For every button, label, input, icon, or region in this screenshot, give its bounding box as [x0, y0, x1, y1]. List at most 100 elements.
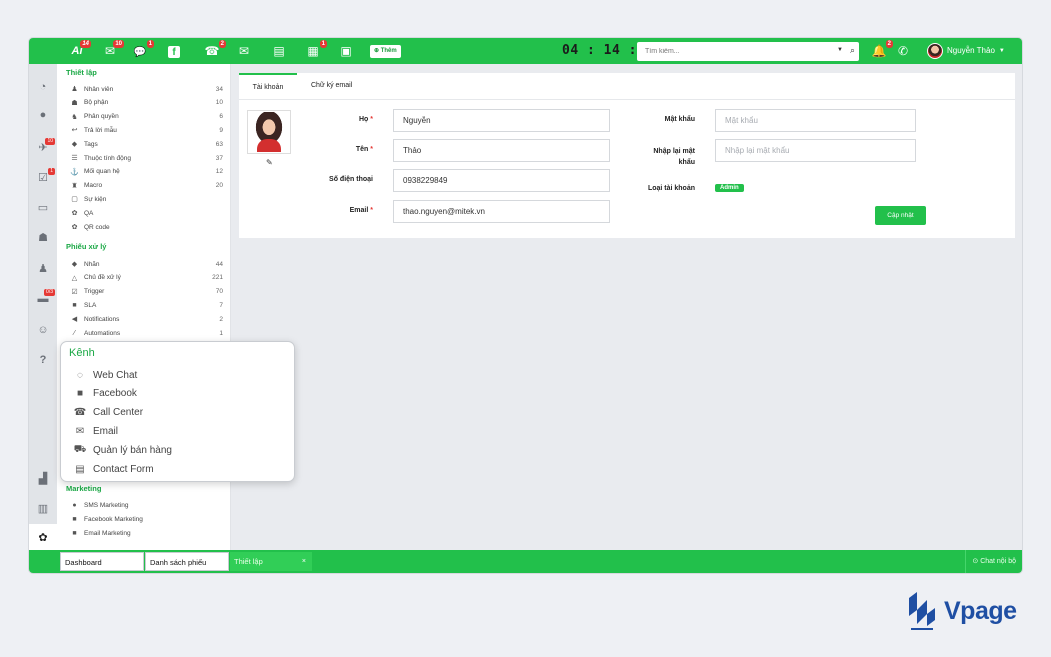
- sidebar-item-settings-5[interactable]: ☰ Thuộc tính động 37: [69, 152, 223, 164]
- phone-icon[interactable]: ☎ 2: [204, 40, 226, 59]
- sidebar-item-tickets-count: 44: [215, 260, 223, 268]
- bell-icon: △: [71, 274, 78, 282]
- help-icon[interactable]: ?: [35, 353, 51, 367]
- task-icon[interactable]: ☑ 1: [35, 168, 55, 185]
- sidebar-item-marketing-label: Email Marketing: [84, 529, 131, 537]
- internal-chat-button[interactable]: ⊙ Chat nội bộ: [965, 550, 1022, 573]
- last-name-field[interactable]: [393, 109, 610, 132]
- user-icon: ♟: [71, 86, 78, 93]
- smile-icon[interactable]: ☺: [35, 323, 51, 337]
- sidebar-item-tickets-0[interactable]: ◆ Nhãn 44: [69, 258, 223, 270]
- form-icon[interactable]: ▦ 1: [305, 40, 327, 59]
- sms-icon[interactable]: ▤: [271, 43, 287, 59]
- sidebar-item-tickets-count: 70: [215, 288, 223, 296]
- sidebar-item-tickets-1[interactable]: △ Chủ đề xử lý 221: [69, 272, 223, 284]
- ai-badge: 14: [80, 40, 91, 48]
- sidebar-item-settings-1[interactable]: ☗ Bộ phận 10: [69, 97, 223, 109]
- channel-item-2[interactable]: ☎ Call Center: [73, 405, 143, 421]
- search-dropdown-icon[interactable]: ▼: [837, 47, 843, 53]
- sidebar-item-marketing-2[interactable]: ■ Email Marketing: [69, 527, 223, 539]
- search-input[interactable]: [637, 42, 817, 61]
- confirm-password-label: Nhập lại mật khẩu: [653, 148, 695, 166]
- settings-icon[interactable]: ✿: [35, 531, 51, 545]
- group-icon: ☗: [71, 99, 78, 107]
- sidebar-item-tickets-2[interactable]: ☑ Trigger 70: [69, 286, 223, 298]
- section-title-settings: Thiết lập: [66, 68, 97, 77]
- profile-photo[interactable]: [247, 110, 291, 154]
- tab-email-signature[interactable]: Chữ ký email: [311, 73, 352, 97]
- sidebar-item-settings-10[interactable]: ✿ QR code: [69, 221, 223, 233]
- sidebar-item-settings-2[interactable]: ♞ Phân quyền 6: [69, 111, 223, 123]
- ticket-icon[interactable]: ✈ 10: [35, 138, 55, 155]
- email-field[interactable]: [393, 200, 610, 223]
- facebook-messenger-icon[interactable]: ✉ 10: [102, 40, 124, 59]
- ai-icon[interactable]: Ai 14: [69, 40, 91, 59]
- qr-icon: ✿: [71, 224, 78, 231]
- notification-badge: 2: [885, 40, 893, 48]
- confirm-password-field[interactable]: [715, 139, 916, 162]
- chevron-down-icon: ▼: [998, 48, 1005, 54]
- more-button[interactable]: ⊕ Thêm: [370, 45, 401, 58]
- facebook-icon[interactable]: f: [166, 43, 182, 59]
- contact-form-icon: ▤: [75, 463, 85, 475]
- taskbar-tab-dashboard[interactable]: Dashboard: [60, 552, 144, 571]
- task-badge: 1: [48, 168, 55, 175]
- signal-icon[interactable]: ▟: [35, 472, 51, 486]
- anchor-icon: ⚓: [70, 168, 79, 176]
- calendar-icon[interactable]: ▣: [338, 43, 354, 59]
- taskbar-tab-ticket-list[interactable]: Danh sách phiếu: [145, 552, 229, 571]
- first-name-field[interactable]: [393, 139, 610, 162]
- password-field[interactable]: [715, 109, 916, 132]
- sidebar-item-tickets-4[interactable]: ◀ Notifications 2: [69, 313, 223, 325]
- sidebar-item-settings-4[interactable]: ◆ Tags 63: [69, 138, 223, 150]
- group-icon[interactable]: ☗: [35, 231, 51, 245]
- icon-rail: ◔ ● ✈ 10 ☑ 1 ▭ ☗ ♟ ▬ 0/3 ☺ ? ▟ ▥ ✿: [29, 64, 57, 550]
- sidebar-item-settings-8[interactable]: ▢ Sự kiện: [69, 193, 223, 205]
- close-icon[interactable]: ×: [302, 552, 306, 571]
- macro-icon: ♜: [71, 182, 78, 190]
- sidebar-item-settings-0[interactable]: ♟ Nhân viên 34: [69, 83, 223, 95]
- channel-item-1[interactable]: ■ Facebook: [73, 386, 137, 402]
- sidebar-item-settings-9[interactable]: ✿ QA: [69, 207, 223, 219]
- user-menu[interactable]: Nguyễn Thảo ▼: [927, 43, 1005, 59]
- channel-item-label: Email: [93, 425, 119, 437]
- gear-icon: ✿: [71, 210, 78, 218]
- search-icon[interactable]: ⌕: [850, 45, 855, 56]
- sidebar-item-settings-label: Thuộc tính động: [84, 154, 131, 162]
- chat-icon[interactable]: 💬 1: [132, 40, 154, 59]
- report-icon[interactable]: ▥: [35, 502, 51, 516]
- taskbar-tab-settings[interactable]: Thiết lập ×: [230, 552, 312, 571]
- sidebar-item-marketing-1[interactable]: ■ Facebook Marketing: [69, 513, 223, 525]
- email-icon[interactable]: ✉: [236, 43, 252, 59]
- tab-account[interactable]: Tài khoản: [239, 73, 297, 97]
- facebook-icon: ■: [76, 388, 84, 400]
- sidebar-item-tickets-label: SLA: [84, 301, 97, 309]
- search-box: ▼ ⌕: [637, 42, 859, 61]
- user-icon[interactable]: ♟: [35, 262, 51, 276]
- sidebar-item-tickets-3[interactable]: ■ SLA 7: [69, 299, 223, 311]
- pencil-icon[interactable]: ✎: [266, 158, 273, 167]
- dashboard-icon[interactable]: ◔: [35, 80, 51, 94]
- sidebar-item-settings-3[interactable]: ↩ Trả lời mẫu 9: [69, 124, 223, 136]
- last-name-label: Họ *: [358, 116, 373, 123]
- sidebar-item-tickets-count: 1: [219, 329, 223, 337]
- chat-bubbles-icon[interactable]: ●: [35, 108, 51, 122]
- calendar-icon: ▢: [71, 196, 78, 204]
- form-badge: 1: [319, 40, 327, 48]
- bell-icon[interactable]: 🔔 2: [871, 40, 893, 59]
- phone-status-icon[interactable]: ✆: [895, 43, 911, 59]
- id-card-icon[interactable]: ▭: [35, 201, 51, 215]
- phone-field[interactable]: [393, 169, 610, 192]
- channel-item-0[interactable]: ◌ Web Chat: [73, 367, 137, 383]
- tag-icon: ◆: [71, 261, 78, 268]
- channel-item-5[interactable]: ▤ Contact Form: [73, 461, 153, 477]
- sidebar-item-marketing-0[interactable]: ● SMS Marketing: [69, 499, 223, 511]
- sidebar-item-settings-7[interactable]: ♜ Macro 20: [69, 180, 223, 192]
- update-button[interactable]: Cập nhật: [875, 206, 926, 225]
- channel-item-3[interactable]: ✉ Email: [73, 423, 118, 439]
- monitor-icon[interactable]: ▬ 0/3: [35, 289, 55, 306]
- sidebar-item-settings-6[interactable]: ⚓ Mối quan hệ 12: [69, 166, 223, 178]
- channel-item-label: Facebook: [93, 388, 137, 400]
- sidebar-item-tickets-5[interactable]: ⁄ Automations 1: [69, 327, 223, 339]
- channel-item-4[interactable]: ⛟ Quản lý bán hàng: [73, 442, 172, 458]
